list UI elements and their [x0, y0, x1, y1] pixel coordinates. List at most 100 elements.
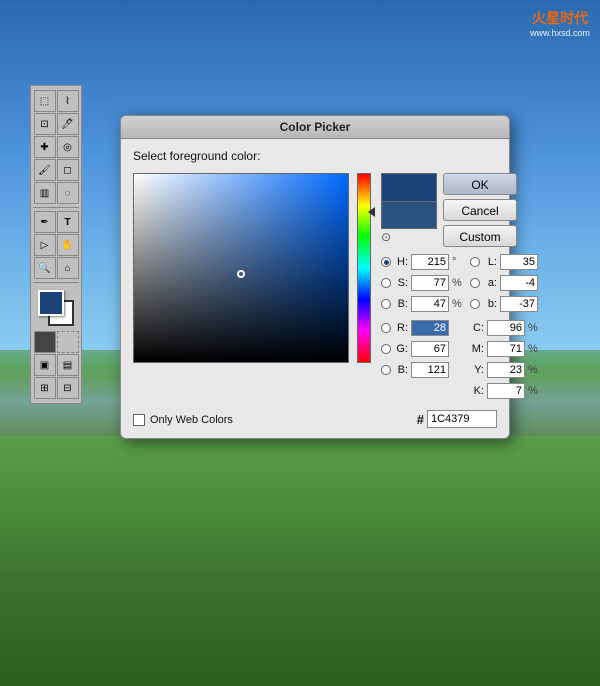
input-b2[interactable] — [411, 362, 449, 378]
radio-b3[interactable] — [470, 299, 480, 309]
web-colors-checkbox[interactable] — [133, 414, 145, 426]
color-old — [381, 201, 437, 229]
field-m: M: % — [470, 340, 538, 358]
dialog-buttons: OK Cancel Custom — [443, 173, 517, 247]
radio-s[interactable] — [381, 278, 391, 288]
tool-extra1[interactable]: ⊞ — [34, 377, 56, 399]
tool-path[interactable]: ▷ — [34, 234, 56, 256]
hue-slider[interactable] — [357, 173, 371, 363]
fields-section: H: ° S: % B: — [381, 253, 538, 400]
foreground-color[interactable] — [38, 290, 64, 316]
radio-a[interactable] — [470, 278, 480, 288]
radio-g[interactable] — [381, 344, 391, 354]
field-c: C: % — [470, 319, 538, 337]
tool-row-2: ⊡ 🖊 — [34, 113, 79, 135]
input-s[interactable] — [411, 275, 449, 291]
dialog-body: Select foreground color: — [121, 139, 509, 438]
label-b: B: — [394, 298, 408, 310]
input-l[interactable] — [500, 254, 538, 270]
dialog-title: Color Picker — [280, 120, 351, 134]
radio-b[interactable] — [381, 299, 391, 309]
field-r: R: — [381, 319, 462, 337]
tool-row-5: ▥ ◌ — [34, 182, 79, 204]
color-field-cursor — [237, 270, 245, 278]
label-l: L: — [483, 256, 497, 268]
input-a[interactable] — [500, 275, 538, 291]
tool-text[interactable]: T — [57, 211, 79, 233]
input-c[interactable] — [487, 320, 525, 336]
ground — [0, 436, 600, 686]
input-g[interactable] — [411, 341, 449, 357]
web-colors-label: Only Web Colors — [150, 414, 233, 426]
tool-crop[interactable]: ⊡ — [34, 113, 56, 135]
tool-eyedropper[interactable]: 🖊 — [57, 113, 79, 135]
radio-l[interactable] — [470, 257, 480, 267]
label-m: M: — [470, 343, 484, 355]
color-preview-stack — [381, 173, 437, 229]
radio-b2[interactable] — [381, 365, 391, 375]
field-k: K: % — [470, 382, 538, 400]
field-s: S: % — [381, 274, 462, 292]
input-k[interactable] — [487, 383, 525, 399]
input-m[interactable] — [487, 341, 525, 357]
label-h: H: — [394, 256, 408, 268]
cancel-button[interactable]: Cancel — [443, 199, 517, 221]
custom-button[interactable]: Custom — [443, 225, 517, 247]
input-b3[interactable] — [500, 296, 538, 312]
ok-button[interactable]: OK — [443, 173, 517, 195]
input-r[interactable] — [411, 320, 449, 336]
radio-r[interactable] — [381, 323, 391, 333]
unit-k: % — [528, 385, 538, 397]
dialog-right-panel: ⊙ OK Cancel Custom — [381, 173, 538, 400]
tool-gradient[interactable]: ▥ — [34, 182, 56, 204]
tool-hand[interactable]: ✋ — [57, 234, 79, 256]
unit-y: % — [528, 364, 538, 376]
tool-screen1[interactable]: ▣ — [34, 354, 56, 376]
logo-site: www.hxsd.com — [530, 28, 590, 38]
tool-extra2[interactable]: ⊟ — [57, 377, 79, 399]
fields-right: L: a: b: — [470, 253, 538, 400]
tool-brush[interactable]: 🖌 — [34, 159, 56, 181]
tool-marquee-rect[interactable]: ⬚ — [34, 90, 56, 112]
tool-row-10: ▣ ▤ — [34, 354, 79, 376]
tool-eraser[interactable]: ◻ — [57, 159, 79, 181]
hex-row: # — [417, 410, 497, 428]
field-b3: b: — [470, 295, 538, 313]
tool-heal[interactable]: ✚ — [34, 136, 56, 158]
tool-row-9 — [34, 331, 79, 353]
tool-mode2[interactable] — [57, 331, 79, 353]
eyedropper-icon[interactable]: ⊙ — [381, 230, 391, 244]
radio-h[interactable] — [381, 257, 391, 267]
field-y: Y: % — [470, 361, 538, 379]
hue-slider-arrow — [368, 207, 375, 217]
unit-b: % — [452, 298, 462, 310]
tool-row-6: ✒ T — [34, 211, 79, 233]
unit-m: % — [528, 343, 538, 355]
hex-input[interactable] — [427, 410, 497, 428]
toolbar: ⬚ ⌇ ⊡ 🖊 ✚ ◎ 🖌 ◻ ▥ ◌ ✒ T ▷ ✋ 🔍 ⌂ ▣ ▤ — [30, 85, 82, 404]
tool-row-7: ▷ ✋ — [34, 234, 79, 256]
unit-s: % — [452, 277, 462, 289]
tool-row-1: ⬚ ⌇ — [34, 90, 79, 112]
input-b[interactable] — [411, 296, 449, 312]
color-swatch[interactable] — [38, 290, 74, 326]
tool-extra[interactable]: ⌂ — [57, 257, 79, 279]
tool-pen[interactable]: ✒ — [34, 211, 56, 233]
input-y[interactable] — [487, 362, 525, 378]
tool-zoom[interactable]: 🔍 — [34, 257, 56, 279]
web-colors-row: Only Web Colors — [133, 414, 233, 426]
tool-marquee-lasso[interactable]: ⌇ — [57, 90, 79, 112]
label-g: G: — [394, 343, 408, 355]
field-h: H: ° — [381, 253, 462, 271]
unit-c: % — [528, 322, 538, 334]
tool-mode1[interactable] — [34, 331, 56, 353]
field-g: G: — [381, 340, 462, 358]
color-field[interactable] — [133, 173, 349, 363]
tool-blur[interactable]: ◌ — [57, 182, 79, 204]
tool-screen2[interactable]: ▤ — [57, 354, 79, 376]
label-a: a: — [483, 277, 497, 289]
tool-clone[interactable]: ◎ — [57, 136, 79, 158]
label-r: R: — [394, 322, 408, 334]
label-c: C: — [470, 322, 484, 334]
input-h[interactable] — [411, 254, 449, 270]
